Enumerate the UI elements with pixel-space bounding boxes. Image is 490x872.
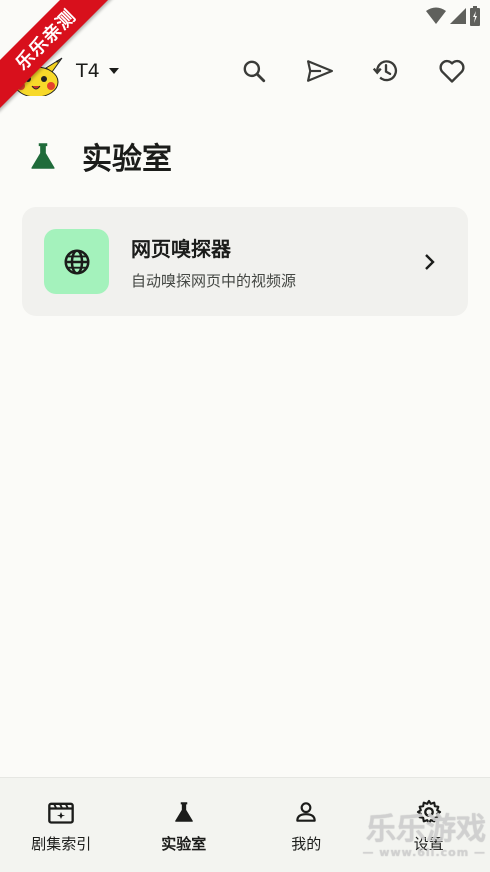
page-title: 实验室 xyxy=(82,142,172,177)
card-title: 网页嗅探器 xyxy=(131,236,231,261)
heart-icon xyxy=(439,59,465,83)
top-actions xyxy=(230,52,476,90)
nav-item-lab[interactable]: 实验室 xyxy=(123,778,246,872)
search-button[interactable] xyxy=(230,52,278,90)
nav-label-mine: 我的 xyxy=(291,835,322,853)
page-heading: 实验室 xyxy=(26,134,172,178)
battery-icon xyxy=(470,6,480,26)
card-subtitle: 自动嗅探网页中的视频源 xyxy=(131,271,297,290)
send-button[interactable] xyxy=(296,52,344,90)
favorite-button[interactable] xyxy=(428,52,476,90)
send-icon xyxy=(307,60,333,82)
nav-label-episode-index: 剧集索引 xyxy=(31,835,92,853)
card-icon-container xyxy=(44,229,109,294)
flask-nav-icon xyxy=(169,797,199,827)
globe-icon xyxy=(64,249,89,274)
watermark-url: — www.6ll.com — xyxy=(362,846,486,859)
web-sniffer-card[interactable]: 网页嗅探器 自动嗅探网页中的视频源 xyxy=(22,207,468,316)
wifi-icon xyxy=(426,7,446,24)
person-icon xyxy=(291,797,321,827)
ribbon-text: 乐乐亲测 xyxy=(0,0,118,112)
chevron-right-icon xyxy=(418,250,442,274)
search-icon xyxy=(243,60,266,83)
movie-clapper-icon xyxy=(46,797,76,827)
nav-item-episode-index[interactable]: 剧集索引 xyxy=(0,778,123,872)
history-icon xyxy=(372,60,398,82)
test-ribbon: 乐乐亲测 xyxy=(0,0,120,120)
flask-icon xyxy=(31,143,55,169)
card-text: 网页嗅探器 自动嗅探网页中的视频源 xyxy=(131,233,418,291)
watermark-text: 乐乐游戏 xyxy=(366,812,486,847)
nav-item-mine[interactable]: 我的 xyxy=(245,778,368,872)
nav-label-lab: 实验室 xyxy=(161,835,207,853)
signal-icon xyxy=(450,8,466,24)
history-button[interactable] xyxy=(362,52,410,90)
site-watermark: 乐乐游戏 — www.6ll.com — xyxy=(362,812,486,859)
status-icons xyxy=(426,6,480,26)
